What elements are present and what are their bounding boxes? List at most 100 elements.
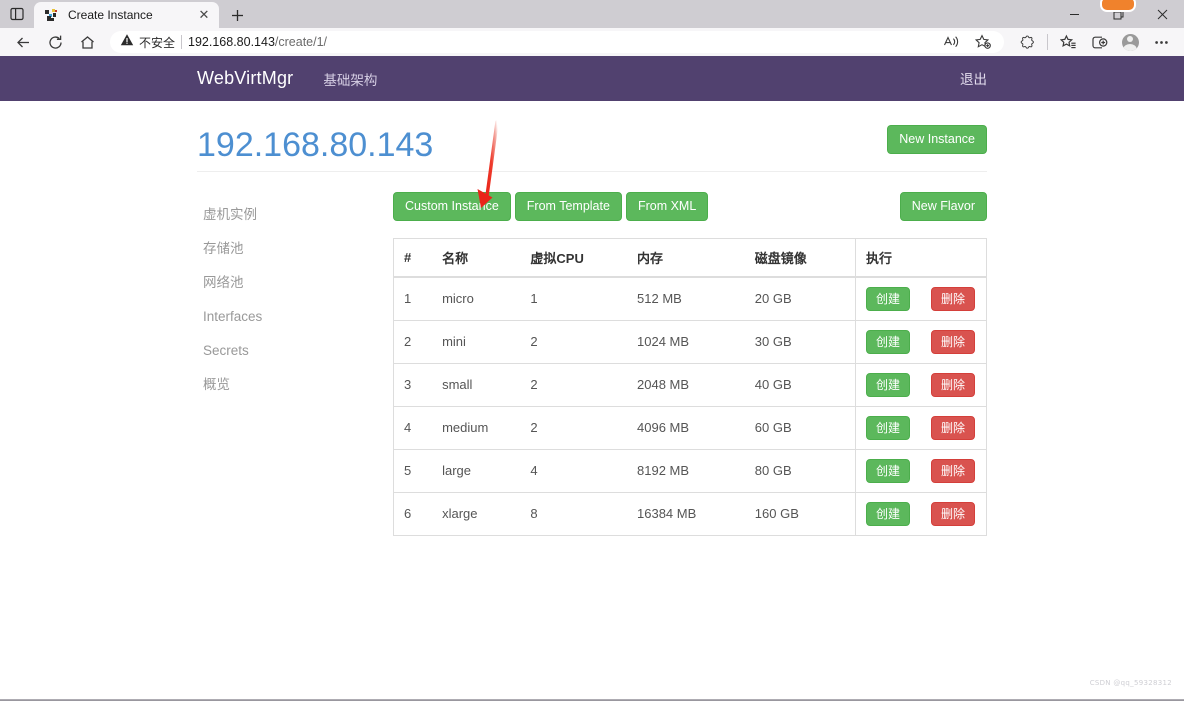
new-tab-button[interactable] bbox=[223, 2, 251, 28]
cell-create-action: 创建 bbox=[854, 405, 921, 449]
cell-name: xlarge bbox=[432, 491, 521, 535]
column-header-actions: 执行 bbox=[854, 238, 987, 278]
sidebar-item-storage[interactable]: 存储池 bbox=[197, 232, 393, 266]
cell-memory: 16384 MB bbox=[627, 491, 745, 535]
sidebar-item-interfaces[interactable]: Interfaces bbox=[197, 300, 393, 334]
from-template-button[interactable]: From Template bbox=[514, 192, 622, 221]
sidebar-item-network[interactable]: 网络池 bbox=[197, 266, 393, 300]
cell-index: 5 bbox=[393, 448, 433, 492]
app-brand[interactable]: WebVirtMgr bbox=[197, 68, 308, 89]
security-indicator[interactable]: 不安全 bbox=[120, 33, 175, 52]
sidebar-item-secrets[interactable]: Secrets bbox=[197, 334, 393, 368]
logout-link[interactable]: 退出 bbox=[945, 72, 987, 87]
cell-memory: 512 MB bbox=[637, 291, 682, 306]
cell-vcpu: 2 bbox=[520, 405, 628, 449]
cell-delete-action: 删除 bbox=[920, 491, 987, 535]
read-aloud-icon[interactable] bbox=[936, 30, 966, 54]
new-instance-button[interactable]: New Instance bbox=[887, 125, 987, 154]
page-body: 虚机实例 存储池 网络池 Interfaces Secrets 概览 Custo… bbox=[197, 192, 987, 536]
cell-create-action: 创建 bbox=[854, 319, 921, 363]
address-bar[interactable]: 不安全 192.168.80.143/create/1/ bbox=[110, 31, 1004, 53]
cell-create-action: 创建 bbox=[854, 491, 921, 535]
cell-memory: 2048 MB bbox=[627, 362, 745, 406]
delete-button[interactable]: 删除 bbox=[930, 329, 975, 354]
custom-instance-button[interactable]: Custom Instance bbox=[393, 192, 511, 221]
collections-icon[interactable] bbox=[1084, 30, 1114, 54]
settings-more-icon[interactable] bbox=[1146, 30, 1176, 54]
add-favorite-icon[interactable] bbox=[968, 30, 998, 54]
cell-name: large bbox=[432, 448, 521, 492]
page-header: 192.168.80.143 New Instance bbox=[197, 101, 987, 172]
cell-disk: 30 GB bbox=[744, 319, 856, 363]
app-navbar: WebVirtMgr 基础架构 退出 bbox=[0, 56, 1184, 101]
column-header-index: # bbox=[393, 238, 433, 278]
page-viewport: WebVirtMgr 基础架构 退出 192.168.80.143 New In… bbox=[0, 56, 1184, 693]
cell-delete-action: 删除 bbox=[921, 277, 987, 321]
url-path: /create/1/ bbox=[274, 35, 328, 49]
omnibox-actions bbox=[936, 30, 998, 54]
delete-button[interactable]: 删除 bbox=[930, 501, 975, 526]
cell-create-action: 创建 bbox=[854, 448, 921, 492]
cell-delete-action: 删除 bbox=[920, 319, 987, 363]
home-icon[interactable] bbox=[72, 30, 102, 54]
sidebar-item-instances[interactable]: 虚机实例 bbox=[197, 198, 393, 232]
new-flavor-button[interactable]: New Flavor bbox=[899, 192, 987, 221]
cell-disk: 40 GB bbox=[744, 362, 856, 406]
cell-index: 1 bbox=[404, 291, 412, 306]
instance-type-toolbar: Custom Instance From Template From XML N… bbox=[393, 192, 987, 221]
from-xml-button[interactable]: From XML bbox=[625, 192, 709, 221]
delete-button[interactable]: 删除 bbox=[930, 286, 975, 311]
delete-button[interactable]: 删除 bbox=[930, 458, 975, 483]
minimize-icon[interactable] bbox=[1052, 0, 1096, 28]
flavor-table: # 名称 虚拟CPU 内存 磁盘镜像 执行 1 micro 1 512 MB 2… bbox=[393, 237, 987, 536]
cell-index: 2 bbox=[393, 319, 433, 363]
favorites-list-icon[interactable] bbox=[1053, 30, 1083, 54]
browser-tab[interactable]: Create Instance ✕ bbox=[34, 2, 219, 28]
cell-name: medium bbox=[432, 405, 521, 449]
cell-delete-action: 删除 bbox=[920, 405, 987, 449]
browser-essentials-icon[interactable] bbox=[1012, 30, 1042, 54]
refresh-icon[interactable] bbox=[40, 30, 70, 54]
create-button[interactable]: 创建 bbox=[865, 501, 910, 526]
window-controls bbox=[1052, 0, 1184, 28]
cell-memory: 8192 MB bbox=[627, 448, 745, 492]
cell-vcpu: 4 bbox=[520, 448, 628, 492]
toolbar-divider bbox=[1047, 34, 1048, 50]
table-row: 5 large 4 8192 MB 80 GB 创建 删除 bbox=[393, 448, 987, 492]
create-button[interactable]: 创建 bbox=[865, 415, 910, 440]
cell-create-action: 创建 bbox=[854, 362, 921, 406]
page-title: 192.168.80.143 bbox=[197, 126, 434, 164]
cell-create-action: 创建 bbox=[854, 276, 921, 320]
tab-title: Create Instance bbox=[68, 8, 153, 22]
address-toolbar: 不安全 192.168.80.143/create/1/ bbox=[0, 28, 1184, 56]
watermark-text: CSDN @qq_59328312 bbox=[1089, 679, 1172, 687]
profile-avatar-icon[interactable] bbox=[1115, 30, 1145, 54]
cell-disk: 160 GB bbox=[744, 491, 856, 535]
table-row: 2 mini 2 1024 MB 30 GB 创建 删除 bbox=[393, 319, 987, 363]
sidebar: 虚机实例 存储池 网络池 Interfaces Secrets 概览 bbox=[197, 192, 393, 536]
cell-index: 3 bbox=[393, 362, 433, 406]
restore-icon[interactable] bbox=[1096, 0, 1140, 28]
delete-button[interactable]: 删除 bbox=[930, 415, 975, 440]
back-arrow-icon[interactable] bbox=[8, 30, 38, 54]
create-button[interactable]: 创建 bbox=[865, 286, 910, 311]
table-body: 1 micro 1 512 MB 20 GB 创建 删除 2 mini 2 10… bbox=[393, 276, 987, 535]
delete-button[interactable]: 删除 bbox=[930, 372, 975, 397]
nav-item-infrastructure[interactable]: 基础架构 bbox=[308, 69, 392, 89]
table-row: 6 xlarge 8 16384 MB 160 GB 创建 删除 bbox=[393, 491, 987, 535]
cell-delete-action: 删除 bbox=[920, 448, 987, 492]
cell-vcpu: 8 bbox=[520, 491, 628, 535]
tab-close-icon[interactable]: ✕ bbox=[195, 6, 213, 24]
warning-triangle-icon bbox=[120, 33, 134, 52]
cell-memory: 1024 MB bbox=[627, 319, 745, 363]
create-button[interactable]: 创建 bbox=[865, 372, 910, 397]
sidebar-item-overview[interactable]: 概览 bbox=[197, 368, 393, 402]
tab-actions-icon[interactable] bbox=[0, 0, 34, 28]
create-button[interactable]: 创建 bbox=[865, 458, 910, 483]
table-head: # 名称 虚拟CPU 内存 磁盘镜像 执行 bbox=[393, 238, 987, 278]
tab-strip: Create Instance ✕ bbox=[0, 0, 1184, 28]
create-button[interactable]: 创建 bbox=[865, 329, 910, 354]
table-row: 3 small 2 2048 MB 40 GB 创建 删除 bbox=[393, 362, 987, 406]
window-close-icon[interactable] bbox=[1140, 0, 1184, 28]
table-row: 1 micro 1 512 MB 20 GB 创建 删除 bbox=[394, 276, 987, 321]
